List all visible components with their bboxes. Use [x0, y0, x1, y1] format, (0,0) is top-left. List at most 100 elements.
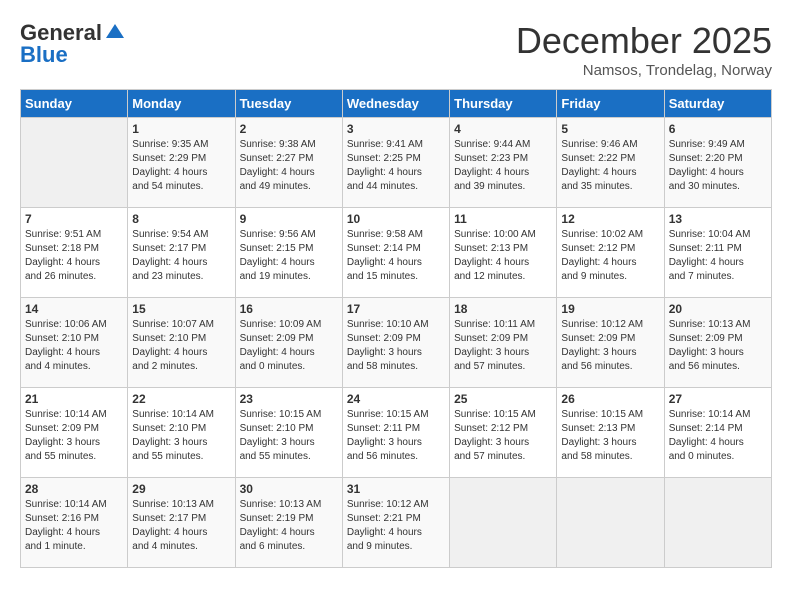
day-cell: 9Sunrise: 9:56 AMSunset: 2:15 PMDaylight… [235, 208, 342, 298]
location: Namsos, Trondelag, Norway [516, 62, 772, 79]
day-info: Sunrise: 10:00 AMSunset: 2:13 PMDaylight… [454, 228, 552, 284]
header-wednesday: Wednesday [342, 90, 449, 118]
day-number: 1 [132, 122, 230, 136]
day-number: 23 [240, 392, 338, 406]
day-info: Sunrise: 9:35 AMSunset: 2:29 PMDaylight:… [132, 138, 230, 194]
day-cell: 1 Sunrise: 9:35 AMSunset: 2:29 PMDaylight… [128, 118, 235, 208]
day-info: Sunrise: 10:12 AMSunset: 2:21 PMDaylight… [347, 498, 445, 554]
day-info: Sunrise: 9:46 AMSunset: 2:22 PMDaylight:… [561, 138, 659, 194]
day-info: Sunrise: 10:04 AMSunset: 2:11 PMDaylight… [669, 228, 767, 284]
page-header: General Blue December 2025 Namsos, Trond… [20, 20, 772, 79]
day-number: 27 [669, 392, 767, 406]
day-number: 19 [561, 302, 659, 316]
header-friday: Friday [557, 90, 664, 118]
week-row-2: 7 Sunrise: 9:51 AMSunset: 2:18 PMDaylight… [21, 208, 772, 298]
calendar-header-row: Sunday Monday Tuesday Wednesday Thursday… [21, 90, 772, 118]
day-info: Sunrise: 10:15 AMSunset: 2:13 PMDaylight… [561, 408, 659, 464]
day-info: Sunrise: 9:54 AMSunset: 2:17 PMDaylight:… [132, 228, 230, 284]
day-cell: 4 Sunrise: 9:44 AMSunset: 2:23 PMDaylight… [450, 118, 557, 208]
day-cell: 24 Sunrise: 10:15 AMSunset: 2:11 PMDaylig… [342, 388, 449, 478]
day-number: 5 [561, 122, 659, 136]
day-cell: 10 Sunrise: 9:58 AMSunset: 2:14 PMDayligh… [342, 208, 449, 298]
day-info: Sunrise: 10:15 AMSunset: 2:12 PMDaylight… [454, 408, 552, 464]
day-cell [664, 478, 771, 568]
day-info: Sunrise: 9:38 AMSunset: 2:27 PMDaylight:… [240, 138, 338, 194]
title-area: December 2025 Namsos, Trondelag, Norway [516, 20, 772, 79]
day-info: Sunrise: 9:56 AMSunset: 2:15 PMDaylight:… [240, 228, 338, 284]
day-cell: 13 Sunrise: 10:04 AMSunset: 2:11 PMDaylig… [664, 208, 771, 298]
day-cell: 20Sunrise: 10:13 AMSunset: 2:09 PMDaylig… [664, 298, 771, 388]
day-cell: 26 Sunrise: 10:15 AMSunset: 2:13 PMDaylig… [557, 388, 664, 478]
day-info: Sunrise: 9:41 AMSunset: 2:25 PMDaylight:… [347, 138, 445, 194]
day-number: 26 [561, 392, 659, 406]
day-number: 21 [25, 392, 123, 406]
logo-blue-text: Blue [20, 42, 68, 68]
day-info: Sunrise: 10:14 AMSunset: 2:16 PMDaylight… [25, 498, 123, 554]
week-row-4: 21 Sunrise: 10:14 AMSunset: 2:09 PMDaylig… [21, 388, 772, 478]
day-number: 20 [669, 302, 767, 316]
day-cell: 17 Sunrise: 10:10 AMSunset: 2:09 PMDaylig… [342, 298, 449, 388]
day-info: Sunrise: 10:02 AMSunset: 2:12 PMDaylight… [561, 228, 659, 284]
day-number: 22 [132, 392, 230, 406]
day-number: 3 [347, 122, 445, 136]
day-cell: 25 Sunrise: 10:15 AMSunset: 2:12 PMDaylig… [450, 388, 557, 478]
day-cell: 27 Sunrise: 10:14 AMSunset: 2:14 PMDaylig… [664, 388, 771, 478]
day-number: 4 [454, 122, 552, 136]
day-cell: 30Sunrise: 10:13 AMSunset: 2:19 PMDaylig… [235, 478, 342, 568]
calendar-table: Sunday Monday Tuesday Wednesday Thursday… [20, 89, 772, 568]
day-cell: 21 Sunrise: 10:14 AMSunset: 2:09 PMDaylig… [21, 388, 128, 478]
day-number: 14 [25, 302, 123, 316]
day-info: Sunrise: 10:15 AMSunset: 2:10 PMDaylight… [240, 408, 338, 464]
day-number: 12 [561, 212, 659, 226]
day-number: 25 [454, 392, 552, 406]
header-tuesday: Tuesday [235, 90, 342, 118]
day-info: Sunrise: 10:13 AMSunset: 2:17 PMDaylight… [132, 498, 230, 554]
day-info: Sunrise: 10:07 AMSunset: 2:10 PMDaylight… [132, 318, 230, 374]
day-info: Sunrise: 9:44 AMSunset: 2:23 PMDaylight:… [454, 138, 552, 194]
day-info: Sunrise: 10:13 AMSunset: 2:19 PMDaylight… [240, 498, 338, 554]
day-number: 16 [240, 302, 338, 316]
day-info: Sunrise: 10:06 AMSunset: 2:10 PMDaylight… [25, 318, 123, 374]
day-info: Sunrise: 10:15 AMSunset: 2:11 PMDaylight… [347, 408, 445, 464]
week-row-1: 1 Sunrise: 9:35 AMSunset: 2:29 PMDaylight… [21, 118, 772, 208]
day-number: 18 [454, 302, 552, 316]
day-cell: 19 Sunrise: 10:12 AMSunset: 2:09 PMDaylig… [557, 298, 664, 388]
day-info: Sunrise: 9:51 AMSunset: 2:18 PMDaylight:… [25, 228, 123, 284]
week-row-3: 14 Sunrise: 10:06 AMSunset: 2:10 PMDaylig… [21, 298, 772, 388]
day-cell: 15 Sunrise: 10:07 AMSunset: 2:10 PMDaylig… [128, 298, 235, 388]
header-saturday: Saturday [664, 90, 771, 118]
day-number: 2 [240, 122, 338, 136]
day-cell: 22 Sunrise: 10:14 AMSunset: 2:10 PMDaylig… [128, 388, 235, 478]
header-monday: Monday [128, 90, 235, 118]
week-row-5: 28 Sunrise: 10:14 AMSunset: 2:16 PMDaylig… [21, 478, 772, 568]
day-info: Sunrise: 10:14 AMSunset: 2:09 PMDaylight… [25, 408, 123, 464]
day-cell: 18 Sunrise: 10:11 AMSunset: 2:09 PMDaylig… [450, 298, 557, 388]
day-number: 8 [132, 212, 230, 226]
logo: General Blue [20, 20, 126, 68]
day-number: 29 [132, 482, 230, 496]
day-number: 17 [347, 302, 445, 316]
day-info: Sunrise: 10:14 AMSunset: 2:14 PMDaylight… [669, 408, 767, 464]
day-cell: 7 Sunrise: 9:51 AMSunset: 2:18 PMDaylight… [21, 208, 128, 298]
header-thursday: Thursday [450, 90, 557, 118]
day-cell: 11 Sunrise: 10:00 AMSunset: 2:13 PMDaylig… [450, 208, 557, 298]
day-info: Sunrise: 9:49 AMSunset: 2:20 PMDaylight:… [669, 138, 767, 194]
day-number: 13 [669, 212, 767, 226]
day-number: 31 [347, 482, 445, 496]
day-cell: 16Sunrise: 10:09 AMSunset: 2:09 PMDaylig… [235, 298, 342, 388]
day-info: Sunrise: 10:14 AMSunset: 2:10 PMDaylight… [132, 408, 230, 464]
day-number: 24 [347, 392, 445, 406]
day-number: 7 [25, 212, 123, 226]
day-info: Sunrise: 10:10 AMSunset: 2:09 PMDaylight… [347, 318, 445, 374]
day-info: Sunrise: 10:12 AMSunset: 2:09 PMDaylight… [561, 318, 659, 374]
day-cell: 29 Sunrise: 10:13 AMSunset: 2:17 PMDaylig… [128, 478, 235, 568]
day-info: Sunrise: 9:58 AMSunset: 2:14 PMDaylight:… [347, 228, 445, 284]
day-number: 28 [25, 482, 123, 496]
day-number: 11 [454, 212, 552, 226]
day-info: Sunrise: 10:11 AMSunset: 2:09 PMDaylight… [454, 318, 552, 374]
month-title: December 2025 [516, 20, 772, 62]
day-cell: 3 Sunrise: 9:41 AMSunset: 2:25 PMDaylight… [342, 118, 449, 208]
day-cell: 31 Sunrise: 10:12 AMSunset: 2:21 PMDaylig… [342, 478, 449, 568]
day-number: 15 [132, 302, 230, 316]
day-number: 10 [347, 212, 445, 226]
